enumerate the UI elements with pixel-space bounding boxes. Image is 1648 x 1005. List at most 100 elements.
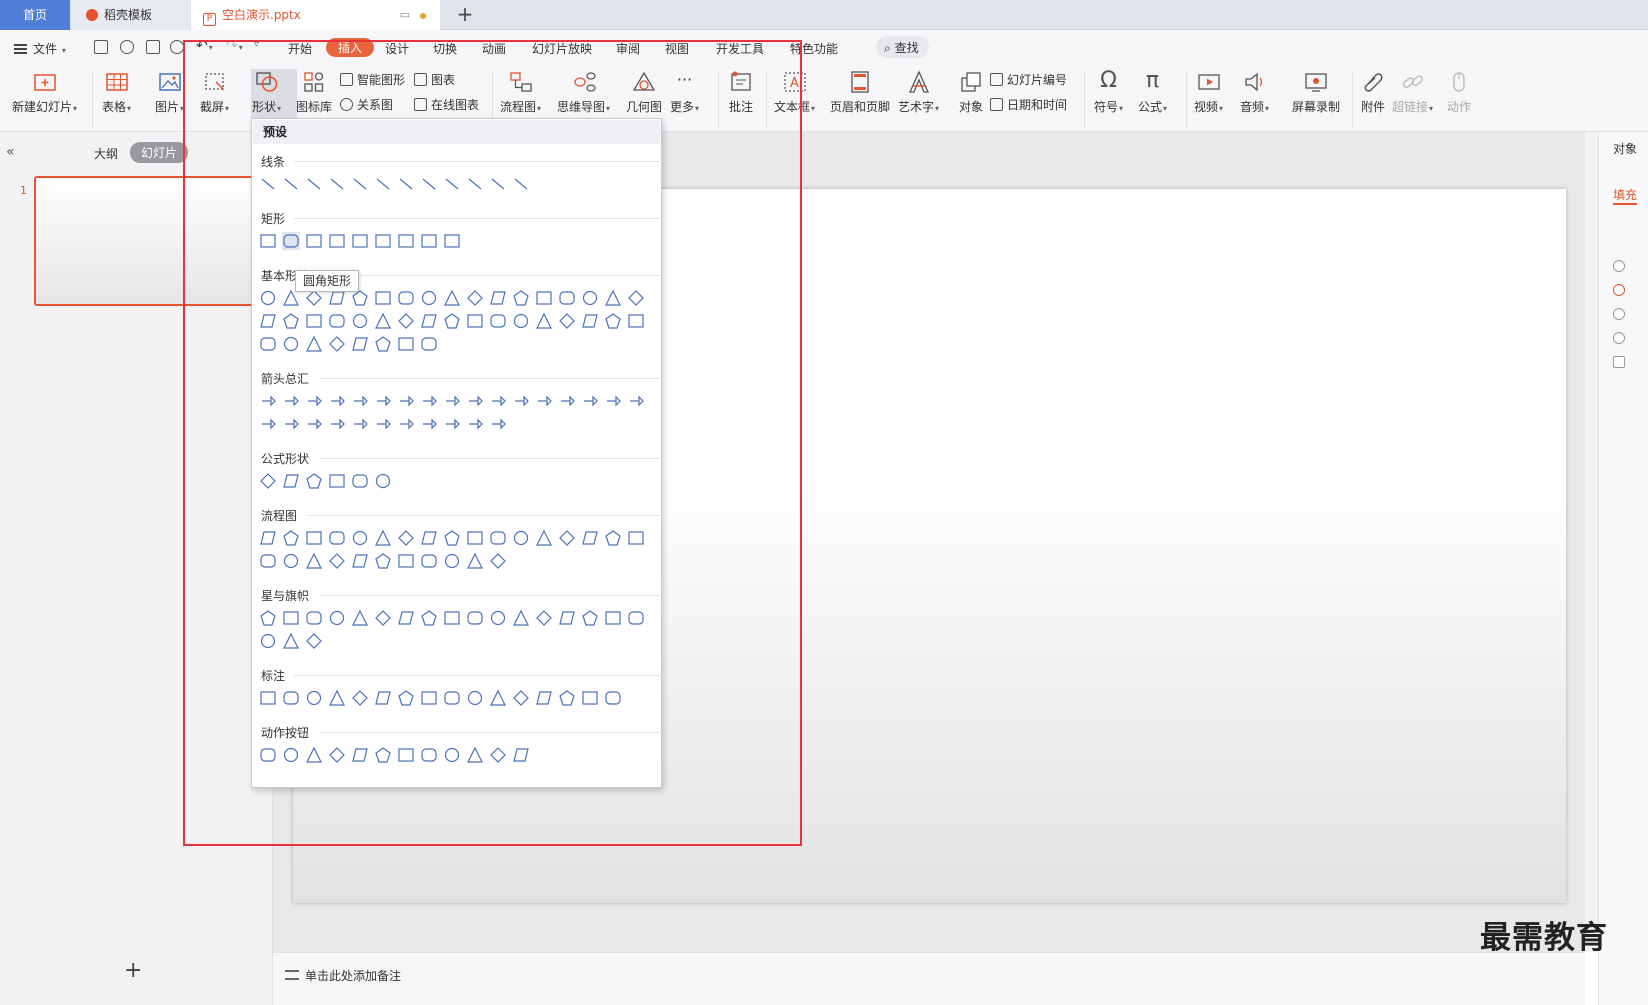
shape-item[interactable] [282, 609, 300, 627]
shape-item[interactable] [259, 232, 277, 250]
menu-developer[interactable]: 开发工具 [716, 40, 764, 57]
fill-tab[interactable]: 填充 [1613, 186, 1638, 205]
menu-review[interactable]: 审阅 [616, 40, 640, 57]
menu-features[interactable]: 特色功能 [790, 40, 838, 57]
shape-item[interactable] [351, 689, 369, 707]
shape-item[interactable] [558, 689, 576, 707]
shape-item[interactable] [420, 552, 438, 570]
shape-item[interactable] [489, 175, 507, 193]
shape-item[interactable] [259, 529, 277, 547]
smart-art-button[interactable]: 智能图形 [340, 71, 405, 88]
save-icon[interactable] [94, 40, 108, 54]
shape-item[interactable] [420, 689, 438, 707]
shape-item[interactable] [328, 552, 346, 570]
undo-icon[interactable]: ↶▾ [196, 38, 213, 54]
shape-item[interactable] [443, 689, 461, 707]
shape-item[interactable] [328, 232, 346, 250]
table-button[interactable]: 表格▾ [102, 70, 131, 115]
notes-bar[interactable]: 单击此处添加备注 [273, 952, 1585, 1005]
shape-item[interactable] [420, 746, 438, 764]
shape-item[interactable] [627, 312, 645, 330]
shape-item[interactable] [489, 415, 507, 433]
geometry-button[interactable]: 几何图 [626, 70, 662, 115]
tab-document[interactable]: P 空白演示.pptx ▭ [191, 0, 440, 30]
shape-item[interactable] [397, 175, 415, 193]
shape-item[interactable] [328, 689, 346, 707]
shape-item[interactable] [443, 312, 461, 330]
shape-item[interactable] [282, 472, 300, 490]
shape-item[interactable] [305, 175, 323, 193]
shape-item[interactable] [328, 746, 346, 764]
screenshot-button[interactable]: 截屏▾ [200, 70, 229, 115]
shape-item[interactable] [282, 415, 300, 433]
shape-item[interactable] [397, 392, 415, 410]
shape-item[interactable] [351, 335, 369, 353]
shape-item[interactable] [512, 689, 530, 707]
slide-thumbnail[interactable] [34, 176, 265, 306]
shape-item[interactable] [489, 552, 507, 570]
fill-option-radio[interactable] [1613, 332, 1625, 344]
shape-item[interactable] [374, 312, 392, 330]
shape-item[interactable] [581, 392, 599, 410]
tab-home[interactable]: 首页 [0, 0, 70, 30]
shape-item[interactable] [558, 392, 576, 410]
shape-item[interactable] [259, 472, 277, 490]
shape-item[interactable] [466, 415, 484, 433]
vertical-scrollbar[interactable] [1585, 132, 1598, 952]
shape-item[interactable] [512, 609, 530, 627]
search-box[interactable]: ⌕ 查找 [876, 36, 929, 58]
shape-item[interactable] [512, 312, 530, 330]
shape-item[interactable] [282, 175, 300, 193]
shape-item[interactable] [374, 335, 392, 353]
shape-item[interactable] [443, 609, 461, 627]
hyperlink-button[interactable]: 超链接▾ [1392, 70, 1433, 115]
shape-item[interactable] [627, 609, 645, 627]
shape-item[interactable] [374, 392, 392, 410]
shape-item[interactable] [535, 289, 553, 307]
shape-item[interactable] [443, 289, 461, 307]
shape-item[interactable] [374, 415, 392, 433]
shape-item[interactable] [420, 312, 438, 330]
shape-item[interactable] [466, 529, 484, 547]
shape-item[interactable] [604, 289, 622, 307]
shape-item[interactable] [305, 529, 323, 547]
shape-item[interactable] [627, 392, 645, 410]
shape-item[interactable] [489, 529, 507, 547]
fill-option-checkbox[interactable] [1613, 356, 1625, 368]
shape-item[interactable] [351, 232, 369, 250]
shape-item[interactable] [282, 232, 300, 250]
menu-home[interactable]: 开始 [288, 40, 312, 57]
header-footer-button[interactable]: 页眉和页脚 [830, 70, 890, 115]
menu-view[interactable]: 视图 [665, 40, 689, 57]
shape-item[interactable] [489, 746, 507, 764]
shape-item[interactable] [397, 746, 415, 764]
redo-icon[interactable]: ↷▾ [226, 38, 243, 54]
flowchart-button[interactable]: 流程图▾ [500, 70, 541, 115]
shape-item[interactable] [397, 529, 415, 547]
shape-item[interactable] [466, 689, 484, 707]
formula-button[interactable]: π 公式▾ [1138, 70, 1167, 115]
shape-item[interactable] [374, 175, 392, 193]
shape-item[interactable] [305, 632, 323, 650]
shape-item[interactable] [305, 415, 323, 433]
object-button[interactable]: 对象 [958, 70, 984, 115]
shape-item[interactable] [466, 312, 484, 330]
shape-item[interactable] [512, 392, 530, 410]
picture-button[interactable]: 图片▾ [155, 70, 184, 115]
shape-item[interactable] [535, 609, 553, 627]
shape-item[interactable] [328, 175, 346, 193]
tab-template[interactable]: 稻壳模板 [72, 0, 190, 30]
shape-item[interactable] [443, 392, 461, 410]
shape-item[interactable] [604, 392, 622, 410]
fill-option-radio[interactable] [1613, 260, 1625, 272]
shape-item[interactable] [558, 609, 576, 627]
shape-item[interactable] [512, 529, 530, 547]
file-menu[interactable]: 文件 ▾ [14, 40, 66, 57]
shape-item[interactable] [535, 312, 553, 330]
shape-item[interactable] [374, 472, 392, 490]
shape-item[interactable] [282, 632, 300, 650]
shape-item[interactable] [374, 232, 392, 250]
shape-item[interactable] [581, 689, 599, 707]
outline-tab[interactable]: 大纲 [94, 145, 118, 162]
date-time-button[interactable]: 日期和时间 [990, 96, 1067, 113]
